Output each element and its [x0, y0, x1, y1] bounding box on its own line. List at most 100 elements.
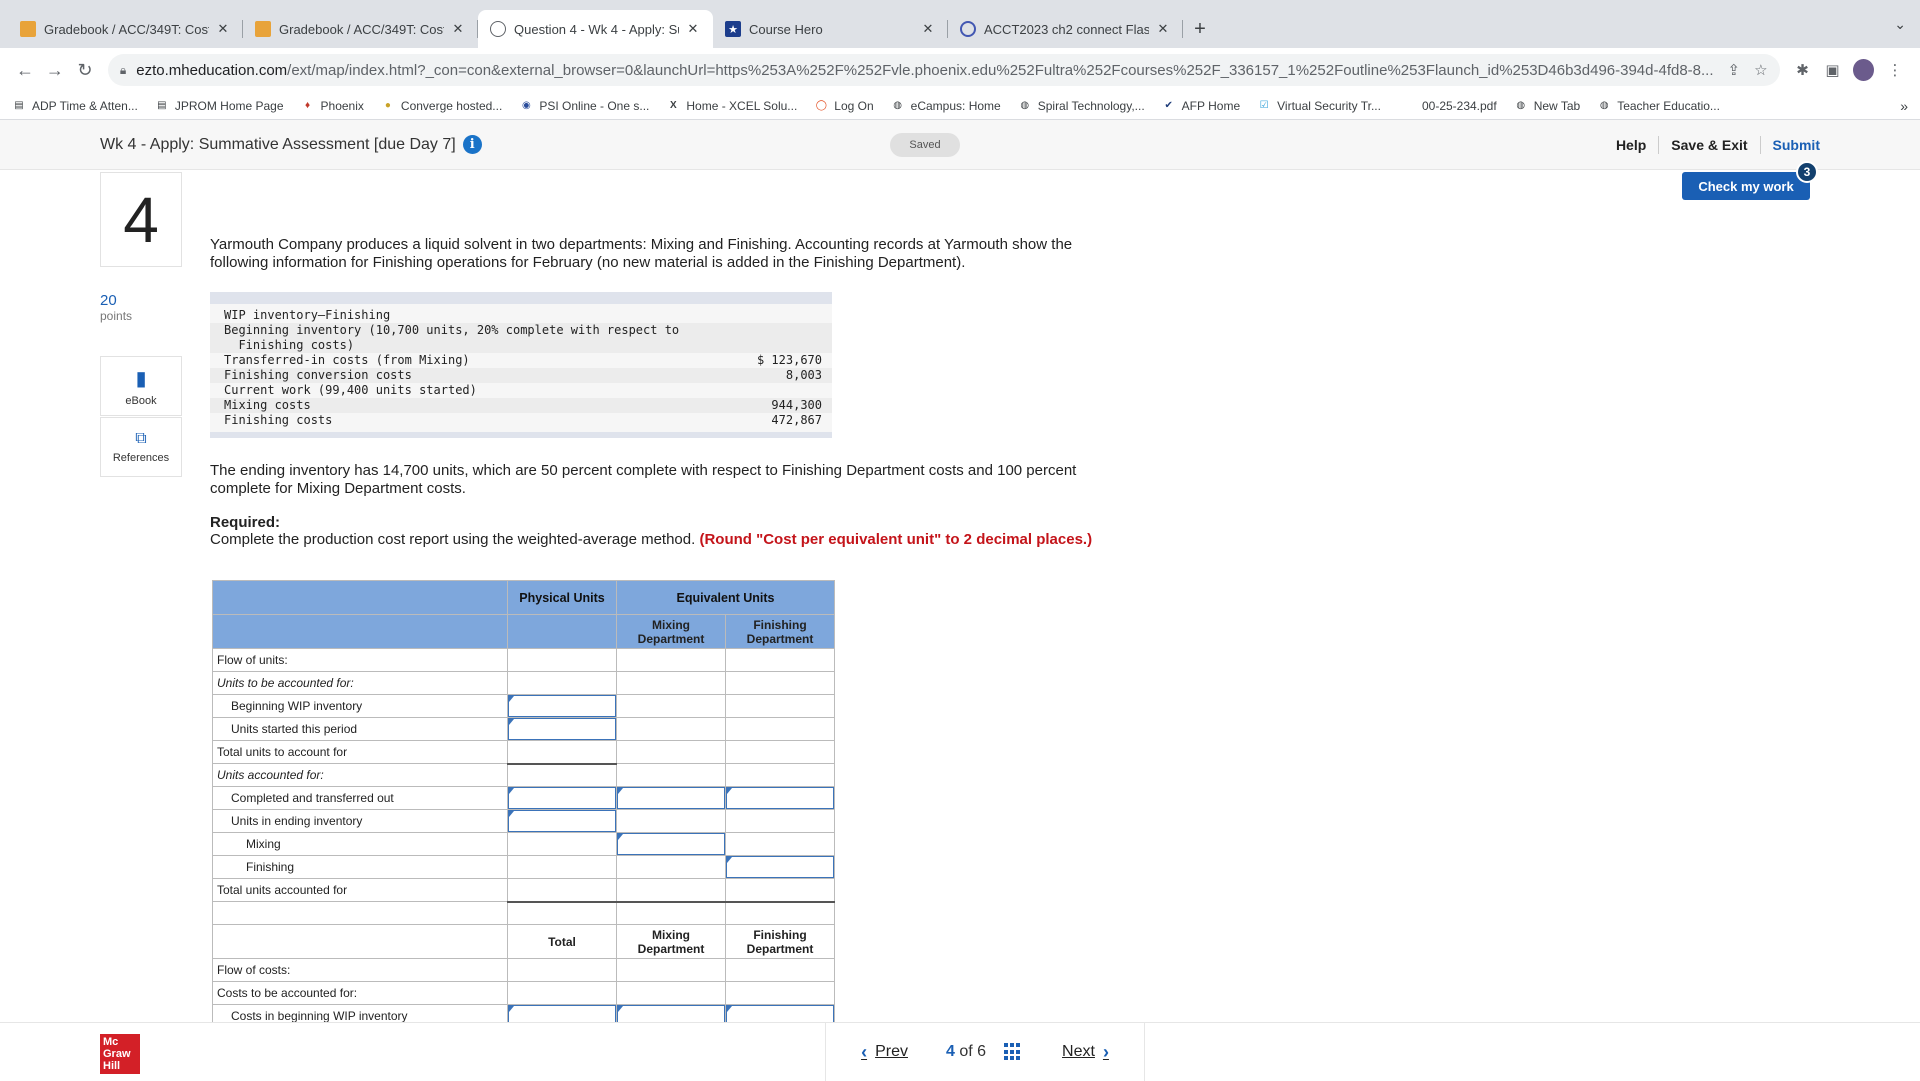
page-counter: 4 of 6	[945, 1043, 987, 1060]
input-box[interactable]	[508, 787, 616, 809]
input-box[interactable]	[617, 787, 725, 809]
bookmark-item[interactable]: X Home - XCEL Solu...	[666, 99, 797, 113]
completed-physical-input[interactable]	[507, 786, 617, 810]
references-button[interactable]: ⧉ References	[100, 417, 182, 477]
data-row: Current work (99,400 units started)	[224, 383, 477, 397]
bookmark-star-icon[interactable]: ☆	[1754, 61, 1767, 79]
submit-link[interactable]: Submit	[1761, 137, 1820, 153]
chevron-right-icon: ›	[1102, 1041, 1109, 1062]
new-tab-button[interactable]: +	[1183, 10, 1217, 48]
data-table: WIP inventory—Finishing Beginning invent…	[210, 292, 832, 438]
empty-cell	[507, 832, 617, 856]
bookmark-item[interactable]: ♦ Phoenix	[301, 99, 364, 113]
row-label: Finishing	[212, 855, 508, 879]
bookmark-item[interactable]: 00-25-234.pdf	[1422, 99, 1497, 113]
extensions-puzzle-icon[interactable]: ✱	[1788, 54, 1818, 86]
bookmark-item[interactable]: ◯ Log On	[814, 99, 874, 113]
ending-inv-physical-input[interactable]	[507, 809, 617, 833]
bottom-navigation-bar: Mc Graw Hill ‹ Prev 4 of 6 Next ›	[0, 1022, 1920, 1081]
save-exit-link[interactable]: Save & Exit	[1659, 137, 1759, 153]
empty-cell	[507, 958, 617, 982]
browser-tab[interactable]: ★ Course Hero ✕	[713, 10, 948, 48]
close-tab-icon[interactable]: ✕	[1155, 21, 1171, 37]
next-button[interactable]: Next ›	[1062, 1042, 1117, 1063]
input-box[interactable]	[508, 695, 616, 717]
bookmark-item[interactable]: ☑ Virtual Security Tr...	[1257, 99, 1381, 113]
units-started-physical-input[interactable]	[507, 717, 617, 741]
header-mixing-department: Mixing Department	[616, 614, 726, 649]
row-label: Units accounted for:	[212, 763, 508, 787]
browser-tab-active[interactable]: Question 4 - Wk 4 - Apply: Su ✕	[478, 10, 713, 48]
data-row: Beginning inventory (10,700 units, 20% c…	[210, 323, 832, 338]
table-row: Beginning WIP inventory	[212, 694, 835, 718]
close-tab-icon[interactable]: ✕	[215, 21, 231, 37]
close-tab-icon[interactable]: ✕	[920, 21, 936, 37]
input-box[interactable]	[508, 718, 616, 740]
empty-cell	[507, 901, 617, 925]
checkbox-icon: ☑	[1259, 100, 1269, 111]
close-tab-icon[interactable]: ✕	[450, 21, 466, 37]
empty-cell	[616, 740, 726, 764]
url-path: /ext/map/index.html?_con=con&external_br…	[287, 61, 1714, 79]
bookmark-item[interactable]: ◍ New Tab	[1514, 99, 1580, 113]
table-row: Units started this period	[212, 717, 835, 741]
points-value: 20	[100, 292, 117, 309]
tab-search-chevron-icon[interactable]: ⌄	[1894, 16, 1906, 33]
back-arrow-icon[interactable]: ←	[10, 54, 40, 86]
table-row: Total units accounted for	[212, 878, 835, 903]
ending-finishing-input[interactable]	[725, 855, 835, 879]
bookmarks-bar: ▤ ADP Time & Atten... ▤ JPROM Home Page ♦ P…	[0, 92, 1920, 120]
ending-mixing-input[interactable]	[616, 832, 726, 856]
bookmark-item[interactable]: ◍ Spiral Technology,...	[1018, 99, 1144, 113]
browser-tab[interactable]: Gradebook / ACC/349T: Cost / ✕	[8, 10, 243, 48]
input-box[interactable]	[617, 833, 725, 855]
info-icon[interactable]: i	[462, 135, 482, 154]
row-label: Costs to be accounted for:	[212, 981, 508, 1005]
table-row: Total units to account for	[212, 740, 835, 765]
logon-icon: ◯	[815, 100, 827, 111]
input-box[interactable]	[508, 810, 616, 832]
empty-cell	[616, 717, 726, 741]
empty-cell	[616, 958, 726, 982]
header-physical-units: Physical Units	[507, 580, 617, 615]
required-label: Required:	[210, 514, 281, 531]
bookmark-item[interactable]: ▤ ADP Time & Atten...	[12, 99, 138, 113]
browser-tab[interactable]: ACCT2023 ch2 connect Flashc ✕	[948, 10, 1183, 48]
address-bar[interactable]: 🔒︎ ezto.mheducation.com/ext/map/index.ht…	[107, 54, 1780, 86]
empty-cell	[725, 717, 835, 741]
bookmark-item[interactable]: ● Converge hosted...	[381, 99, 502, 113]
bookmark-item[interactable]: ◉ PSI Online - One s...	[519, 99, 649, 113]
bookmark-item[interactable]: ✔ AFP Home	[1162, 99, 1240, 113]
completed-finishing-input[interactable]	[725, 786, 835, 810]
check-my-work-button[interactable]: Check my work	[1682, 172, 1810, 200]
bookmark-item[interactable]: ◍ Teacher Educatio...	[1597, 99, 1720, 113]
reload-icon[interactable]: ↻	[70, 54, 100, 86]
ebook-button[interactable]: ▮ eBook	[100, 356, 182, 416]
kebab-menu-icon[interactable]: ⋮	[1880, 54, 1910, 86]
bookmark-item[interactable]: ▤ JPROM Home Page	[155, 99, 283, 113]
table-row: Costs to be accounted for:	[212, 981, 835, 1005]
total-accounted-mixing-cell	[616, 878, 726, 903]
empty-cell	[616, 981, 726, 1005]
input-box[interactable]	[726, 787, 834, 809]
help-link[interactable]: Help	[1604, 137, 1658, 153]
browser-toolbar: ← → ↻ 🔒︎ ezto.mheducation.com/ext/map/in…	[0, 48, 1920, 92]
browser-tab[interactable]: Gradebook / ACC/349T: Cost / ✕	[243, 10, 478, 48]
forward-arrow-icon[interactable]: →	[40, 54, 70, 86]
share-icon[interactable]: ⇪	[1728, 61, 1741, 79]
prev-button[interactable]: ‹ Prev	[853, 1042, 908, 1063]
more-bookmarks-icon[interactable]: »	[1900, 98, 1908, 114]
close-tab-icon[interactable]: ✕	[685, 21, 701, 37]
side-panel-icon[interactable]: ▣	[1818, 54, 1848, 86]
question-grid-icon[interactable]	[1004, 1043, 1022, 1061]
data-row: WIP inventory—Finishing	[224, 308, 391, 322]
completed-mixing-input[interactable]	[616, 786, 726, 810]
bookmark-item[interactable]: ◍ eCampus: Home	[891, 99, 1000, 113]
globe-icon	[490, 21, 506, 37]
profile-avatar[interactable]	[1853, 59, 1875, 81]
converge-icon: ●	[384, 100, 391, 111]
psi-icon: ◉	[521, 100, 531, 111]
table-row: Total Mixing Department Finishing Depart…	[212, 924, 835, 959]
input-box[interactable]	[726, 856, 834, 878]
beg-wip-physical-input[interactable]	[507, 694, 617, 718]
